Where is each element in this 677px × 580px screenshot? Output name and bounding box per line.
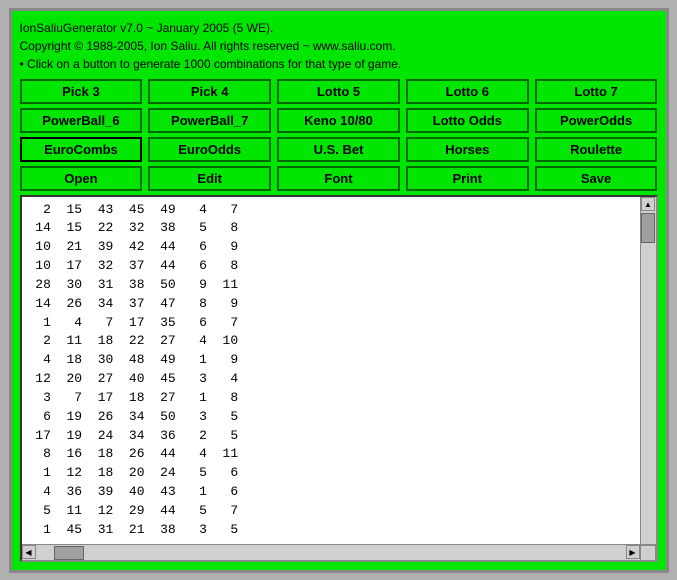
scroll-thumb-h[interactable]: [54, 546, 84, 560]
pick4-button[interactable]: Pick 4: [148, 79, 271, 104]
lotto6-button[interactable]: Lotto 6: [406, 79, 529, 104]
button-row-1: Pick 3 Pick 4 Lotto 5 Lotto 6 Lotto 7: [20, 79, 658, 104]
header-text: IonSaliuGenerator v7.0 ~ January 2005 (5…: [20, 19, 658, 73]
euro-odds-button[interactable]: EuroOdds: [148, 137, 271, 162]
header-line2: Copyright © 1988-2005, Ion Saliu. All ri…: [20, 37, 658, 55]
edit-button[interactable]: Edit: [148, 166, 271, 191]
powerball7-button[interactable]: PowerBall_7: [148, 108, 271, 133]
scroll-thumb-v[interactable]: [641, 213, 655, 243]
print-button[interactable]: Print: [406, 166, 529, 191]
pick3-button[interactable]: Pick 3: [20, 79, 143, 104]
lotto-odds-button[interactable]: Lotto Odds: [406, 108, 529, 133]
save-button[interactable]: Save: [535, 166, 658, 191]
font-button[interactable]: Font: [277, 166, 400, 191]
output-container: 2 15 43 45 49 4 7 14 15 22 32 38 5 8 10 …: [20, 195, 658, 562]
lotto5-button[interactable]: Lotto 5: [277, 79, 400, 104]
vertical-scrollbar[interactable]: ▲: [640, 197, 656, 544]
euro-combs-button[interactable]: EuroCombs: [20, 137, 143, 162]
scroll-left-arrow[interactable]: ◀: [22, 545, 36, 559]
horses-button[interactable]: Horses: [406, 137, 529, 162]
button-row-3: EuroCombs EuroOdds U.S. Bet Horses Roule…: [20, 137, 658, 162]
powerball6-button[interactable]: PowerBall_6: [20, 108, 143, 133]
lotto7-button[interactable]: Lotto 7: [535, 79, 658, 104]
main-window: IonSaliuGenerator v7.0 ~ January 2005 (5…: [9, 8, 669, 573]
button-row-2: PowerBall_6 PowerBall_7 Keno 10/80 Lotto…: [20, 108, 658, 133]
output-text[interactable]: 2 15 43 45 49 4 7 14 15 22 32 38 5 8 10 …: [22, 197, 640, 544]
power-odds-button[interactable]: PowerOdds: [535, 108, 658, 133]
open-button[interactable]: Open: [20, 166, 143, 191]
button-row-4: Open Edit Font Print Save: [20, 166, 658, 191]
header-line3: • Click on a button to generate 1000 com…: [20, 55, 658, 73]
roulette-button[interactable]: Roulette: [535, 137, 658, 162]
us-bet-button[interactable]: U.S. Bet: [277, 137, 400, 162]
scroll-corner: [640, 545, 656, 561]
scroll-up-arrow[interactable]: ▲: [641, 197, 655, 211]
header-line1: IonSaliuGenerator v7.0 ~ January 2005 (5…: [20, 19, 658, 37]
keno-button[interactable]: Keno 10/80: [277, 108, 400, 133]
scroll-right-arrow[interactable]: ▶: [626, 545, 640, 559]
horizontal-scrollbar-row: ◀ ▶: [22, 544, 656, 560]
